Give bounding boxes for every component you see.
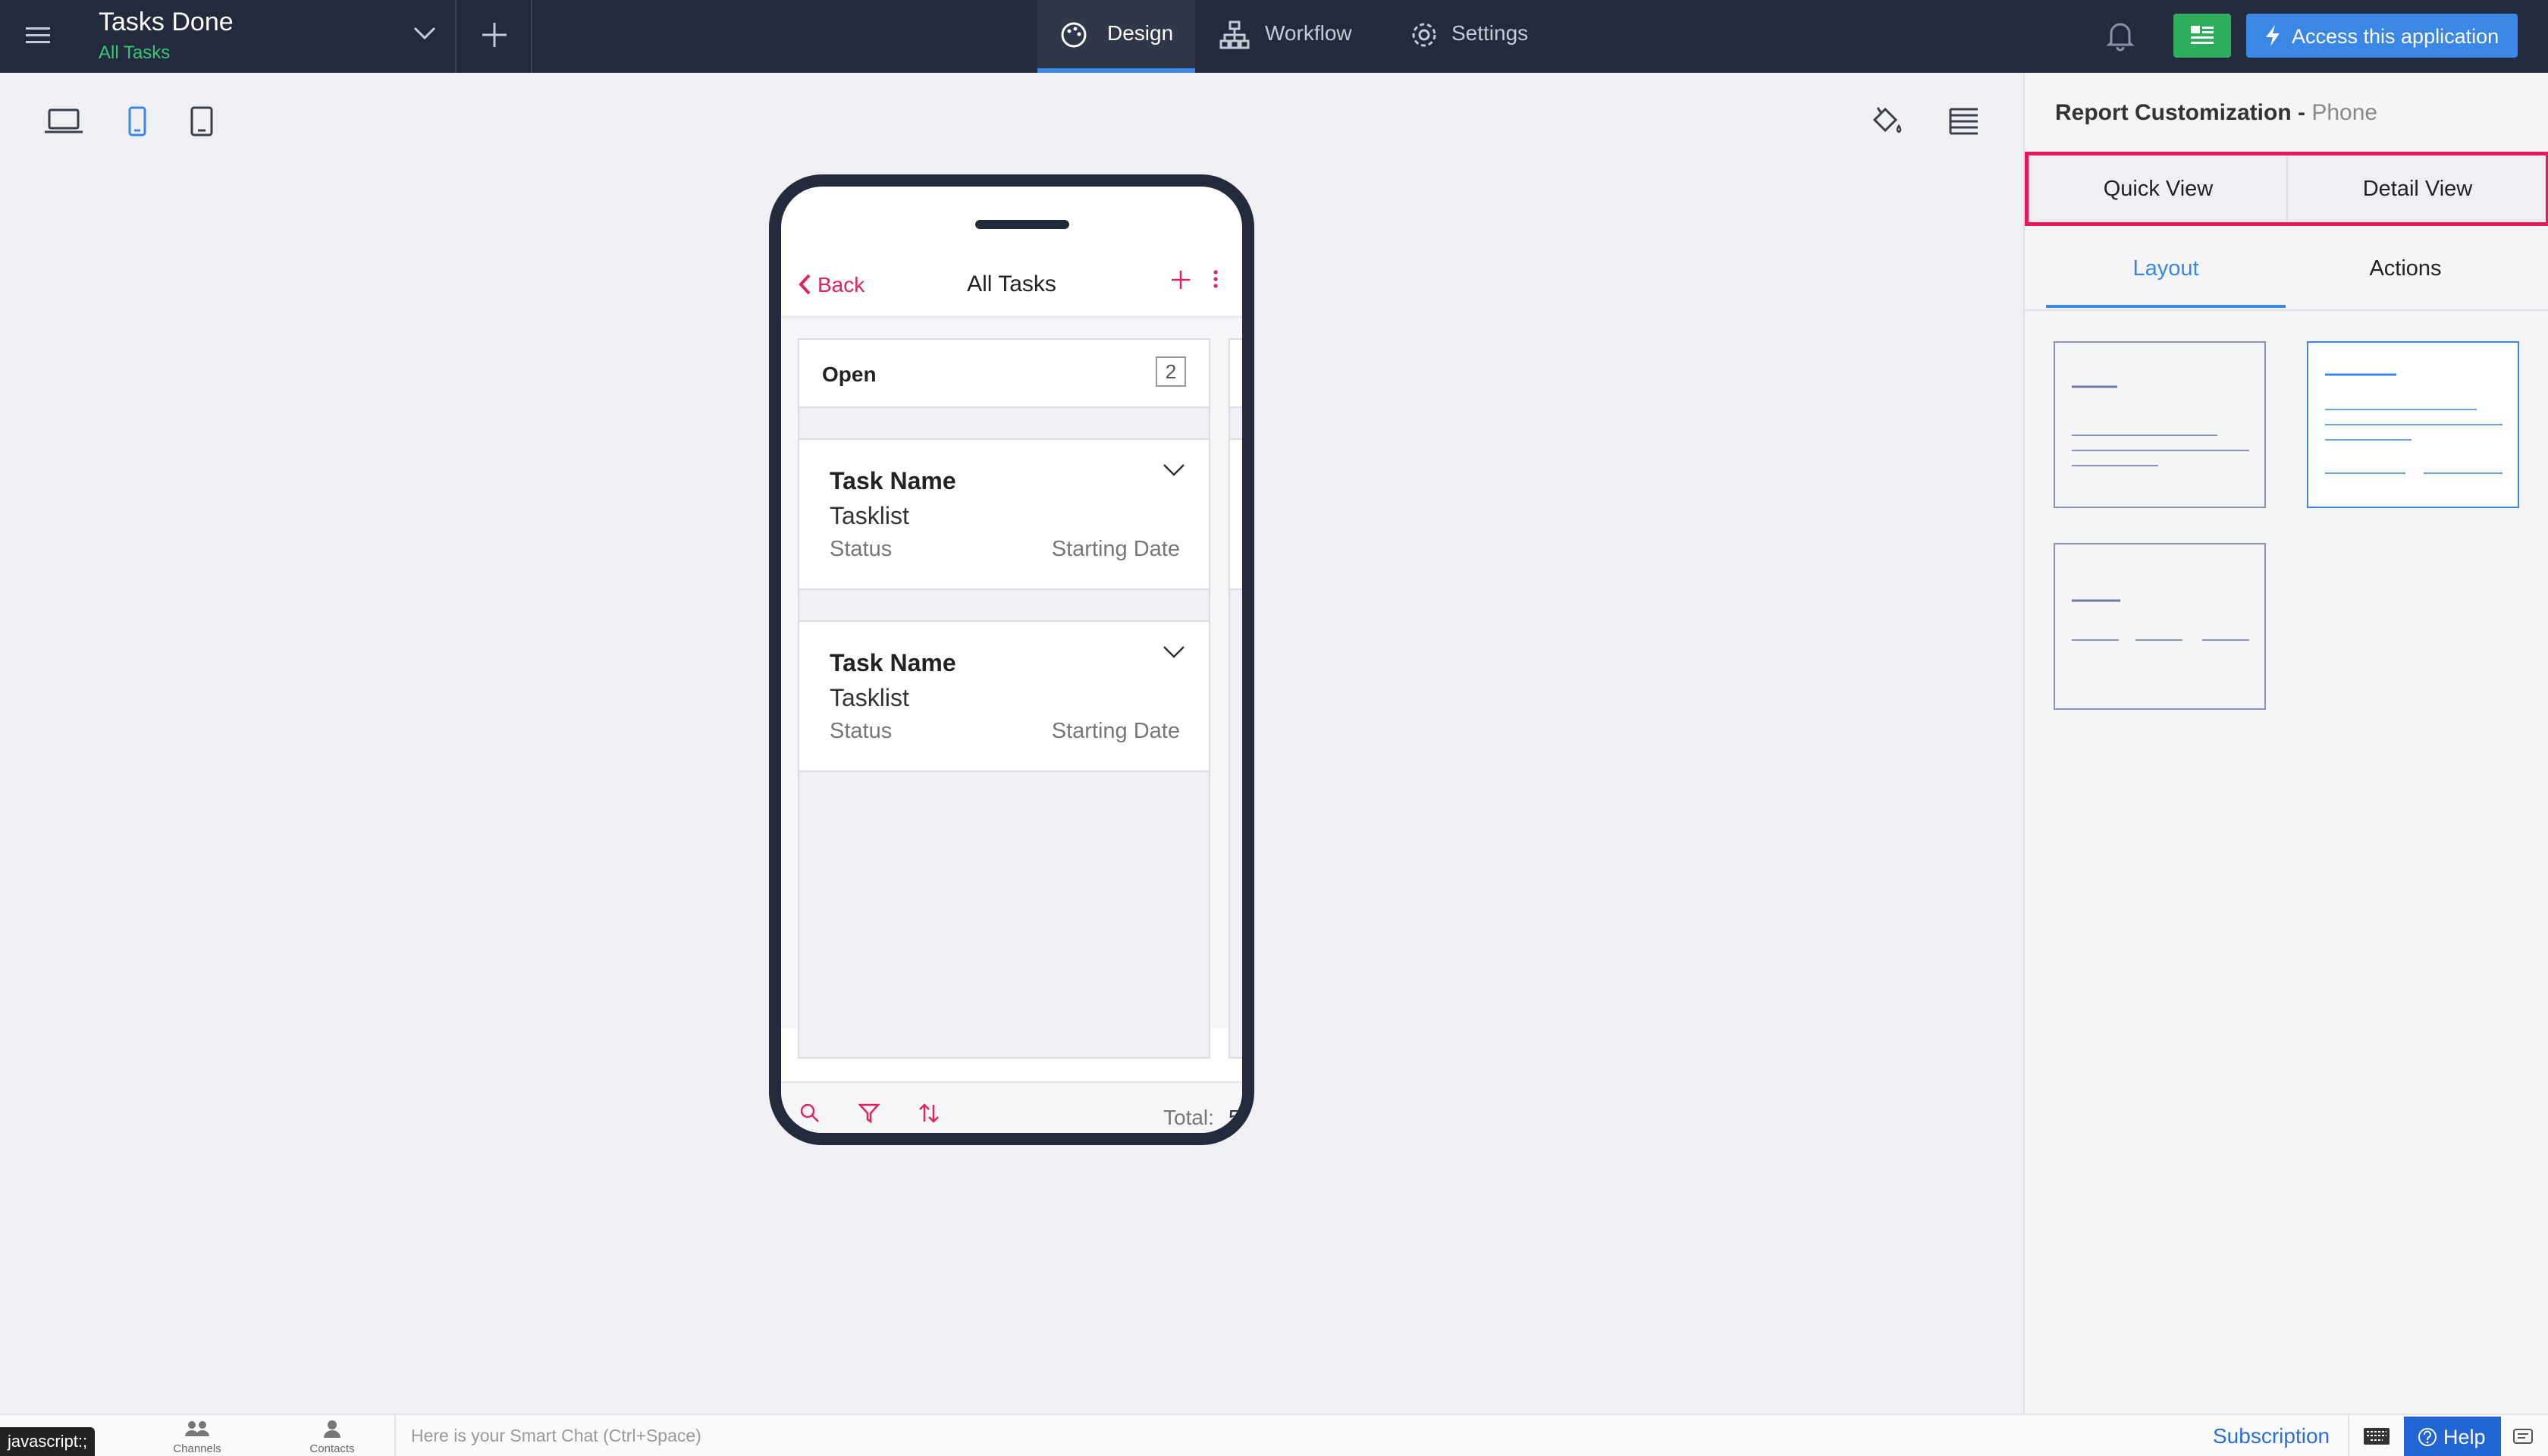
panel-title-label: Report Customization - <box>2055 100 2305 125</box>
smart-chat-input[interactable]: Here is your Smart Chat (Ctrl+Space) <box>411 1426 701 1446</box>
total-label: Total: <box>1163 1106 1214 1129</box>
tab-detail-view-label: Detail View <box>2362 177 2473 201</box>
help-button[interactable]: Help <box>2404 1417 2501 1456</box>
next-column-card <box>1230 438 1242 590</box>
keyboard-icon[interactable] <box>2363 1427 2390 1445</box>
next-kanban-column <box>1228 338 1242 1059</box>
laptop-icon[interactable] <box>44 108 83 135</box>
task-card[interactable]: Task Name Tasklist Status Starting Date <box>798 620 1210 772</box>
palette-icon <box>1059 20 1089 50</box>
access-application-label: Access this application <box>2292 25 2499 48</box>
divider <box>2025 309 2548 311</box>
tab-detail-view[interactable]: Detail View <box>2289 155 2546 222</box>
chevron-down-icon[interactable] <box>413 24 437 42</box>
app-subtitle[interactable]: All Tasks <box>99 42 170 64</box>
group-count: 2 <box>1156 356 1186 387</box>
tab-quick-view-label: Quick View <box>2103 177 2214 201</box>
divider <box>531 0 532 73</box>
divider <box>2348 1415 2349 1456</box>
divider <box>455 0 457 73</box>
tab-settings-label: Settings <box>1451 21 1529 45</box>
tab-workflow[interactable]: Workflow <box>1213 0 1373 73</box>
phone-preview: Back All Tasks Open 2 Task Name Tasklist… <box>769 174 1254 1145</box>
kanban-board: Open 2 Task Name Tasklist Status Startin… <box>781 315 1242 1059</box>
tab-design-label: Design <box>1107 21 1174 45</box>
access-application-button[interactable]: Access this application <box>2246 14 2518 58</box>
search-icon[interactable] <box>799 1103 821 1124</box>
tab-actions[interactable]: Actions <box>2286 243 2525 308</box>
task-status: Status <box>830 719 893 743</box>
tab-actions-label: Actions <box>2369 256 2442 281</box>
gear-icon <box>1409 20 1439 50</box>
paint-bucket-icon[interactable] <box>1870 105 1903 138</box>
contacts-button[interactable]: Contacts <box>302 1420 362 1456</box>
panel-title-device: Phone <box>2311 100 2378 125</box>
chevron-down-icon[interactable] <box>1162 463 1186 478</box>
help-label: Help <box>2443 1426 2486 1448</box>
layout-option-2[interactable] <box>2307 341 2519 508</box>
lightning-icon <box>2264 24 2281 47</box>
phone-icon[interactable] <box>127 106 147 136</box>
task-name: Task Name <box>830 467 956 494</box>
task-name: Task Name <box>830 649 956 676</box>
tab-settings[interactable]: Settings <box>1406 0 1558 73</box>
app-title[interactable]: Tasks Done <box>99 8 234 37</box>
tab-layout-label: Layout <box>2132 256 2199 281</box>
task-card[interactable]: Task Name Tasklist Status Starting Date <box>798 438 1210 590</box>
contacts-label: Contacts <box>309 1442 355 1455</box>
add-icon[interactable] <box>479 20 510 50</box>
subscription-link[interactable]: Subscription <box>2213 1424 2330 1448</box>
task-list: Tasklist <box>830 502 909 529</box>
records-button[interactable] <box>2173 14 2231 58</box>
task-date: Starting Date <box>1051 719 1180 743</box>
support-icon[interactable] <box>2512 1426 2534 1447</box>
help-icon <box>2418 1427 2437 1447</box>
phone-footer: Total: 5 <box>781 1081 1242 1133</box>
workflow-icon <box>1219 20 1250 50</box>
phone-notch <box>975 220 1069 229</box>
layout-option-1[interactable] <box>2054 341 2266 508</box>
task-status: Status <box>830 537 893 561</box>
hamburger-menu-icon[interactable] <box>26 23 52 49</box>
bottom-bar: javascript:; Channels Contacts Here is y… <box>0 1414 2548 1456</box>
divider <box>394 1415 396 1456</box>
status-tooltip: javascript:; <box>0 1427 96 1456</box>
more-options-icon[interactable] <box>1212 268 1219 291</box>
channels-button[interactable]: Channels <box>167 1420 228 1456</box>
bell-icon[interactable] <box>2105 18 2135 52</box>
view-tabs: Quick View Detail View <box>2025 152 2548 226</box>
kanban-column: Open 2 Task Name Tasklist Status Startin… <box>798 338 1210 1059</box>
task-date: Starting Date <box>1051 537 1180 561</box>
chevron-down-icon[interactable] <box>1162 645 1186 660</box>
next-column-header <box>1230 340 1242 408</box>
add-record-icon[interactable] <box>1169 268 1192 291</box>
group-header: Open 2 <box>799 340 1209 408</box>
tab-layout[interactable]: Layout <box>2046 243 2286 308</box>
sort-icon[interactable] <box>918 1103 940 1124</box>
total-value: 5 <box>1228 1106 1241 1129</box>
panel-title: Report Customization - Phone <box>2055 100 2377 126</box>
contacts-icon <box>323 1420 341 1438</box>
top-bar: Tasks Done All Tasks Design Workflow Set… <box>0 0 2548 73</box>
tab-workflow-label: Workflow <box>1265 21 1352 45</box>
report-customization-panel: Report Customization - Phone Quick View … <box>2023 73 2548 1414</box>
tablet-icon[interactable] <box>190 106 214 136</box>
list-icon <box>2190 24 2214 47</box>
layout-settings-icon[interactable] <box>1947 106 1981 136</box>
group-name: Open <box>822 362 877 386</box>
tab-design[interactable]: Design <box>1037 0 1195 73</box>
layout-option-3[interactable] <box>2054 543 2266 710</box>
filter-icon[interactable] <box>858 1103 880 1124</box>
task-list: Tasklist <box>830 684 909 711</box>
channels-icon <box>185 1420 209 1438</box>
tab-quick-view[interactable]: Quick View <box>2029 155 2288 222</box>
channels-label: Channels <box>173 1442 221 1455</box>
